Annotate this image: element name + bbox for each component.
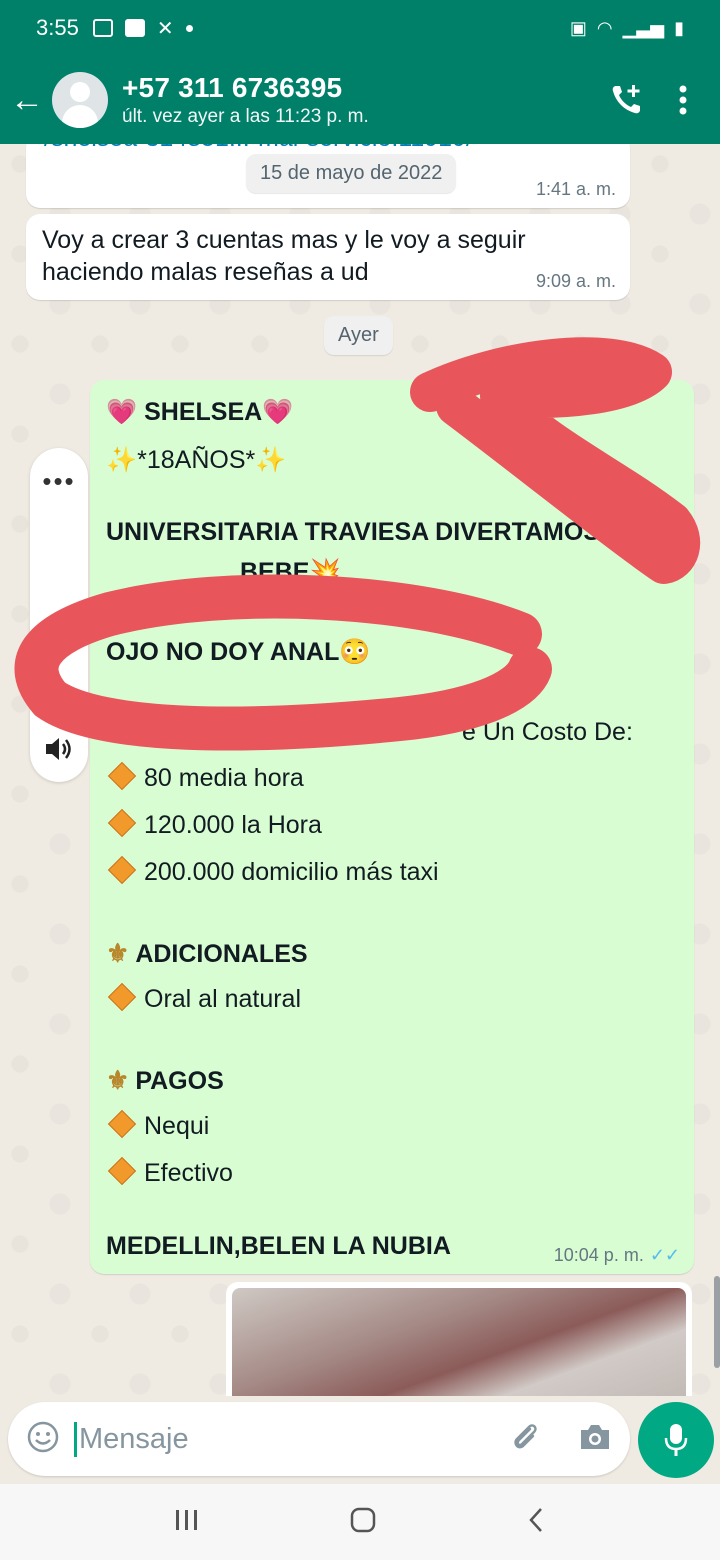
message-time: 1:41 a. m. (535, 179, 616, 199)
payment-text: Nequi (144, 1112, 210, 1140)
more-notifications-icon (185, 24, 193, 32)
promo-cost-intro: e Un Costo De: (462, 718, 633, 746)
chat-header: ← +57 311 6736395 últ. vez ayer a las 11… (0, 56, 720, 144)
recent-apps-icon[interactable] (174, 1508, 200, 1537)
heart-icon: 💗 (262, 398, 294, 426)
payment-item: Efectivo (106, 1157, 233, 1188)
payments-title: PAGOS (135, 1067, 224, 1095)
price-text: 200.000 domicilio más taxi (144, 858, 439, 886)
price-item: 80 media hora (106, 762, 304, 793)
flushed-face-icon: 😳 (339, 638, 371, 666)
attach-icon[interactable] (508, 1420, 542, 1459)
battery-icon: ▮ (674, 17, 684, 38)
promo-headline-2: BEBE💥 (240, 558, 341, 587)
notification-icons: ✕ (92, 16, 193, 41)
payment-item: Nequi (106, 1110, 210, 1141)
last-seen: últ. vez ayer a las 11:23 p. m. (122, 106, 369, 127)
message-bubble[interactable]: Voy a crear 3 cuentas mas y le voy a seg… (26, 214, 630, 300)
contact-info[interactable]: +57 311 6736395 últ. vez ayer a las 11:2… (122, 72, 369, 128)
app-icon (124, 19, 145, 37)
date-chip: Ayer (324, 316, 393, 355)
promo-headline-2-text: BEBE (240, 558, 310, 586)
promo-headline-1: UNIVERSITARIA TRAVIESA DIVERTAMOS (106, 518, 601, 546)
system-icons: ▣ ◠ ▁▃▅ ▮ (570, 18, 684, 39)
price-item: 120.000 la Hora (106, 809, 322, 840)
orange-diamond-icon (107, 983, 137, 1012)
gallery-icon (92, 19, 113, 37)
promo-title-line: 💗 SHELSEA💗 (106, 398, 293, 427)
alarm-icon: ▣ (569, 17, 587, 38)
missed-call-icon: ✕ (156, 17, 174, 40)
home-icon[interactable] (349, 1506, 377, 1539)
back-arrow-icon[interactable]: ← (10, 83, 44, 117)
speaker-icon[interactable] (44, 735, 74, 768)
more-icon[interactable]: ••• (30, 466, 88, 497)
promo-warning-text: OJO NO DOY ANAL (106, 638, 340, 666)
promo-location: MEDELLIN,BELEN LA NUBIA (106, 1232, 451, 1260)
chat-area[interactable]: /shelsea-314851...-mal-servicio.11919/ 1… (0, 144, 720, 1396)
payments-title-line: ⚜ PAGOS (106, 1065, 224, 1096)
double-check-icon: ✓✓ (649, 1245, 680, 1265)
extra-text: Oral al natural (144, 985, 302, 1013)
extra-item: Oral al natural (106, 983, 302, 1014)
message-input[interactable] (74, 1421, 471, 1457)
wifi-icon: ◠ (596, 17, 613, 38)
promo-age: *18AÑOS* (137, 446, 256, 474)
price-text: 80 media hora (144, 764, 304, 792)
mic-icon (664, 1424, 688, 1456)
status-bar: 3:55 ✕ ▣ ◠ ▁▃▅ ▮ (0, 0, 720, 56)
message-time: 9:09 a. m. (535, 271, 616, 291)
message-time-text: 10:04 p. m. (553, 1245, 644, 1265)
message-text: Voy a crear 3 cuentas mas y le voy a seg… (42, 226, 526, 286)
extras-title-line: ⚜ ADICIONALES (106, 938, 308, 969)
promo-warning: OJO NO DOY ANAL😳 (106, 638, 371, 667)
signal-icon: ▁▃▅ (622, 17, 665, 38)
message-time: 10:04 p. m. ✓✓ (554, 1245, 680, 1266)
extras-title: ADICIONALES (135, 940, 308, 968)
contact-name: +57 311 6736395 (122, 72, 343, 103)
emoji-icon[interactable] (26, 1420, 60, 1459)
message-link[interactable]: /shelsea-314851...-mal-servicio.11919/ (44, 144, 473, 153)
add-call-icon[interactable] (608, 82, 644, 118)
mic-button[interactable] (638, 1402, 714, 1478)
promo-title: SHELSEA (144, 398, 263, 426)
orange-diamond-icon (107, 762, 137, 791)
orange-diamond-icon (107, 856, 137, 885)
image-message[interactable] (226, 1282, 692, 1396)
sparkle-icon: ✨ (255, 446, 287, 474)
price-text: 120.000 la Hora (144, 811, 322, 839)
heart-icon: 💗 (106, 398, 138, 426)
system-nav-bar (0, 1484, 720, 1560)
fleur-de-lis-icon: ⚜ (106, 938, 130, 968)
fleur-de-lis-icon: ⚜ (106, 1065, 130, 1095)
orange-diamond-icon (107, 809, 137, 838)
back-nav-icon[interactable] (526, 1506, 546, 1539)
camera-icon[interactable] (578, 1422, 612, 1457)
sparkle-icon: ✨ (106, 446, 138, 474)
collision-icon: 💥 (309, 558, 341, 586)
avatar[interactable] (52, 72, 108, 128)
orange-diamond-icon (107, 1110, 137, 1139)
floating-media-controls[interactable]: ••• (30, 448, 88, 782)
message-composer (8, 1402, 630, 1476)
more-options-icon[interactable] (678, 85, 688, 115)
scrollbar[interactable] (714, 1276, 720, 1368)
status-time: 3:55 (36, 15, 79, 40)
photo-thumbnail[interactable] (232, 1288, 686, 1396)
orange-diamond-icon (107, 1157, 137, 1186)
message-bubble-promo[interactable]: 💗 SHELSEA💗 ✨*18AÑOS*✨ UNIVERSITARIA TRAV… (90, 380, 694, 1274)
promo-age-line: ✨*18AÑOS*✨ (106, 446, 286, 475)
payment-text: Efectivo (144, 1159, 233, 1187)
date-chip: 15 de mayo de 2022 (246, 154, 457, 193)
price-item: 200.000 domicilio más taxi (106, 856, 439, 887)
